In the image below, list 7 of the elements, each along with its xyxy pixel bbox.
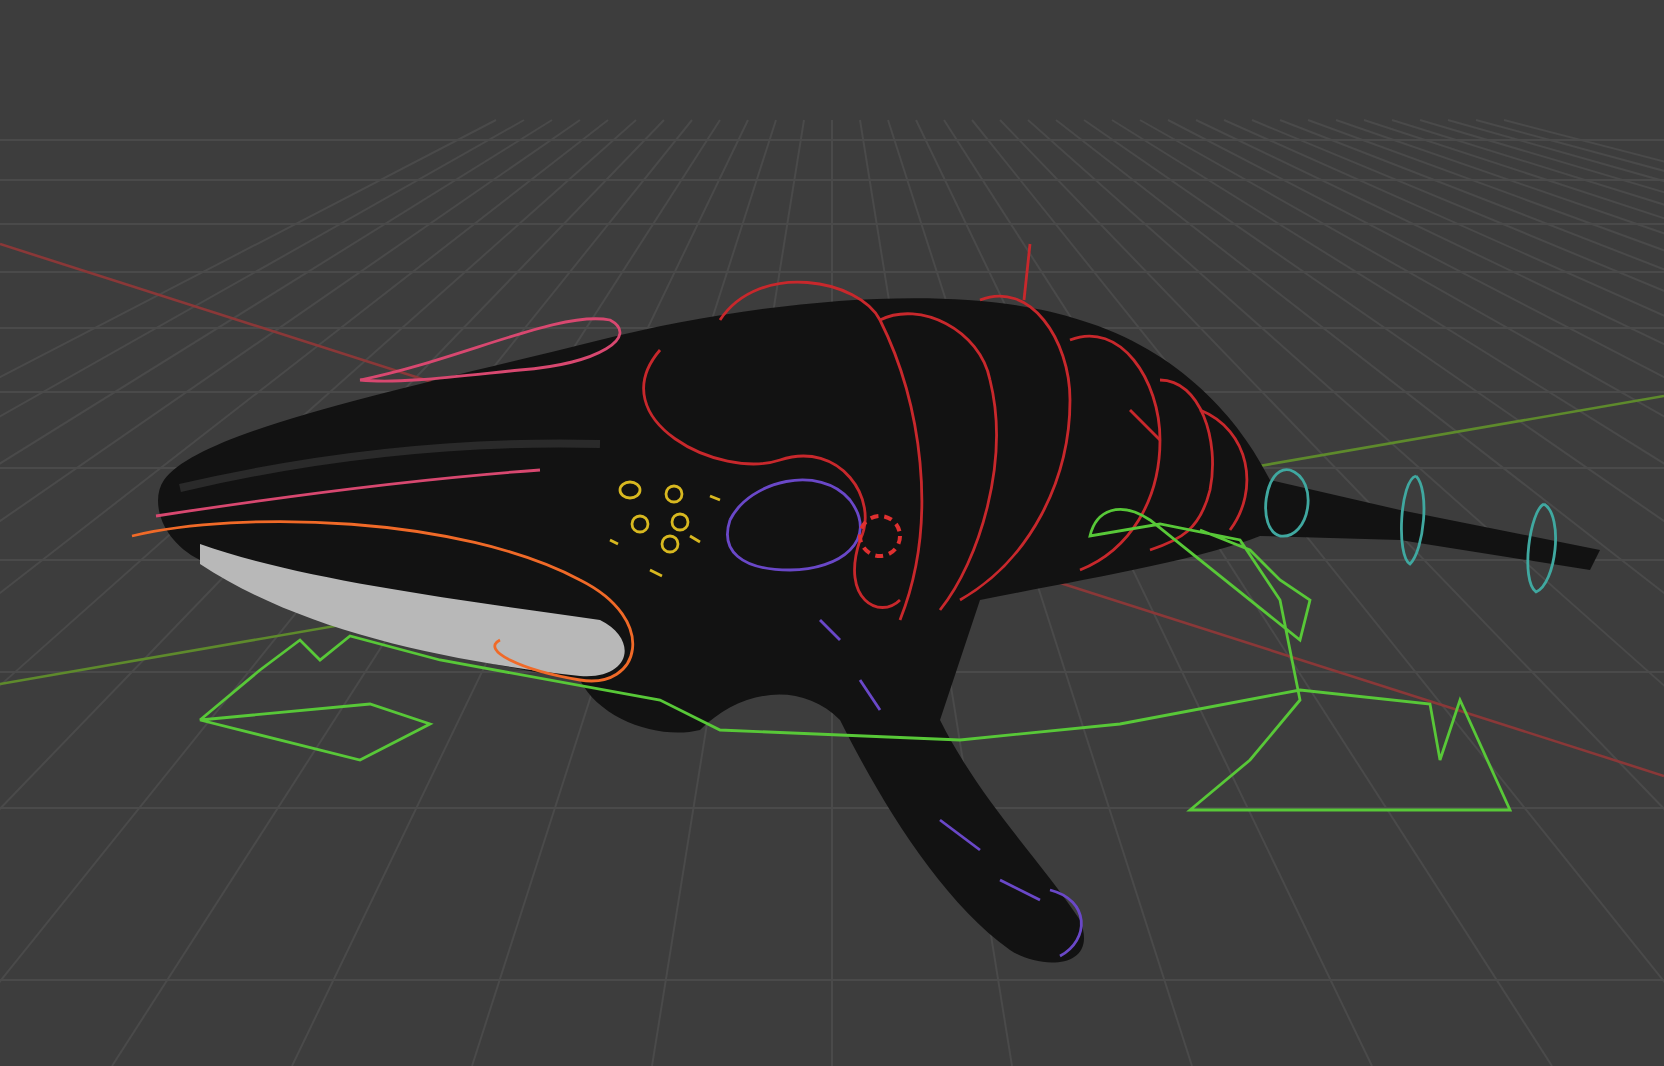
pivot-icon[interactable] bbox=[858, 514, 902, 558]
tail-control-curve[interactable] bbox=[1264, 468, 1557, 594]
root-control-curve[interactable] bbox=[198, 508, 1512, 812]
ring-control-curve[interactable] bbox=[642, 243, 1249, 621]
jaw-control-curve[interactable] bbox=[131, 520, 634, 683]
face-control-curve[interactable] bbox=[608, 480, 722, 578]
brow-control-curve[interactable] bbox=[155, 317, 622, 518]
